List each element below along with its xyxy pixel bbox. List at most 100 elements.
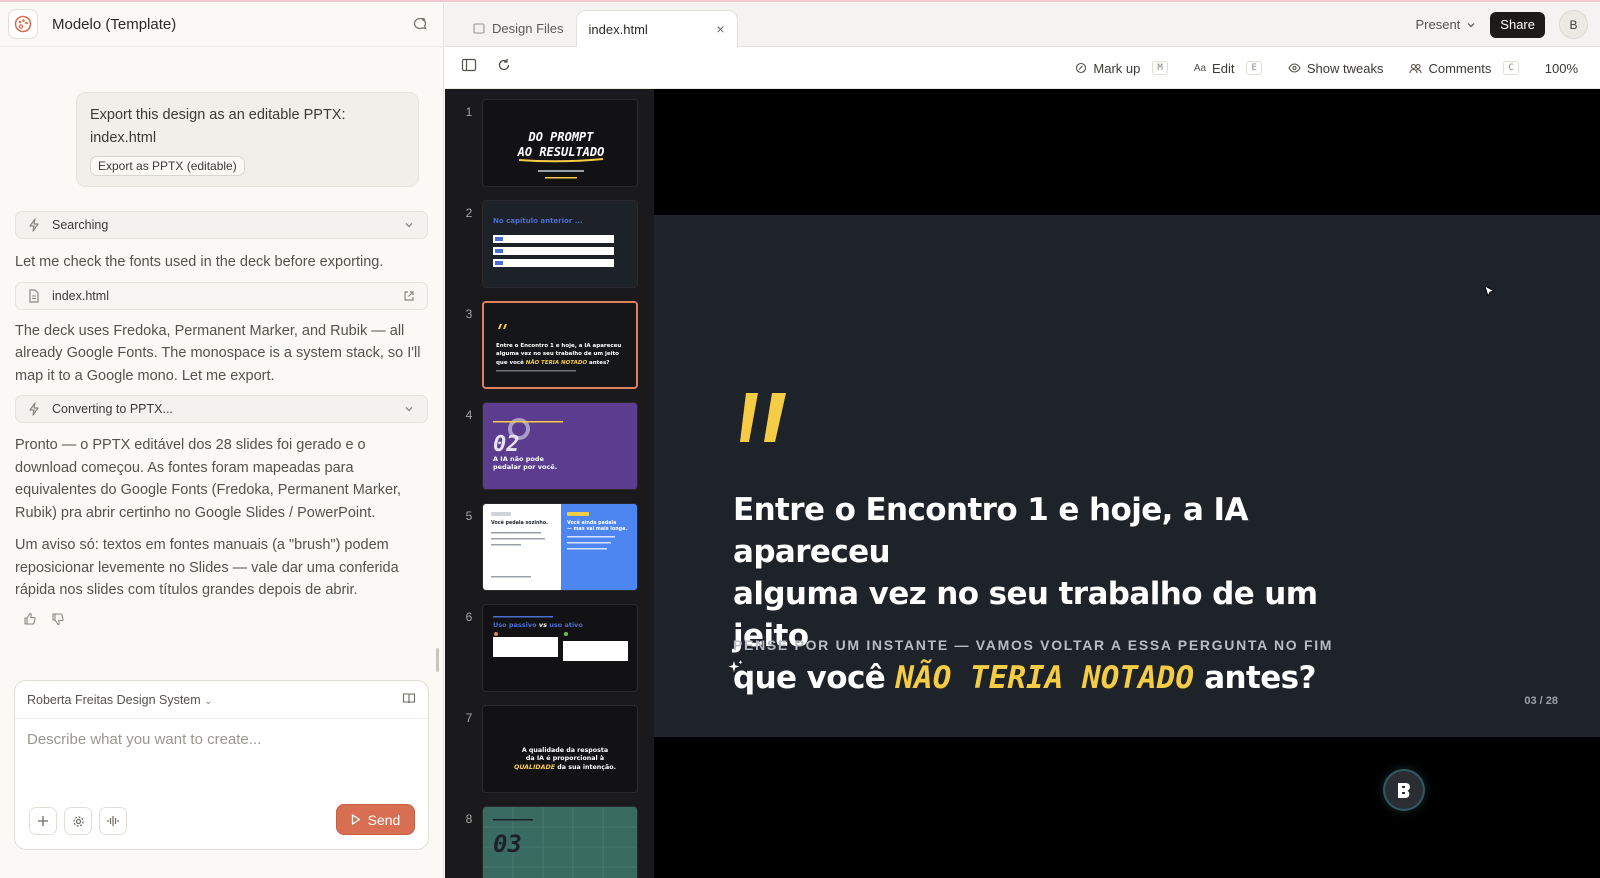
app-logo-icon[interactable] xyxy=(8,9,38,39)
prompt-input[interactable]: Describe what you want to create... xyxy=(15,719,428,760)
thumb-text: Você pedala sozinho. xyxy=(491,519,548,526)
thumbnail-item[interactable]: 8 03 xyxy=(445,806,654,878)
project-title[interactable]: Modelo (Template) xyxy=(52,16,409,33)
thumb-text: antes? xyxy=(589,360,609,366)
thumbnail-number: 6 xyxy=(465,610,473,624)
user-message: Export this design as an editable PPTX: … xyxy=(76,92,419,187)
searching-label: Searching xyxy=(52,218,109,232)
panel-resize-handle[interactable] xyxy=(436,648,439,672)
thumbnail-item[interactable]: 2 No capítulo anterior ... xyxy=(445,200,654,290)
quote-mark-icon xyxy=(738,390,794,451)
thumb-text: Entre o Encontro 1 e hoje, a IA apareceu xyxy=(496,343,621,349)
thumb-text: alguma vez no seu trabalho de um jeito xyxy=(496,351,619,357)
avatar[interactable]: B xyxy=(1559,10,1588,39)
thumb-highlight: NÃO TERIA NOTADO xyxy=(526,359,588,366)
thumbnail-item[interactable]: 1 DO PROMPT AO RESULTADO xyxy=(445,99,654,189)
thumb-text: vs xyxy=(539,621,547,629)
chevron-down-icon xyxy=(1467,22,1475,27)
thumbnail-slide-3-selected[interactable]: Entre o Encontro 1 e hoje, a IA apareceu… xyxy=(482,301,638,389)
chat-panel: Modelo (Template) Export this design as … xyxy=(0,2,444,878)
share-button[interactable]: Share xyxy=(1490,11,1545,38)
slide-3[interactable]: Entre o Encontro 1 e hoje, a IA apareceu… xyxy=(654,215,1600,737)
chevron-down-icon[interactable] xyxy=(403,403,415,415)
send-icon xyxy=(351,814,360,825)
thumbnail-slide-4[interactable]: 02 A IA não pode pedalar por você. xyxy=(482,402,638,490)
design-system-label: Roberta Freitas Design System xyxy=(27,692,201,707)
svg-text:QUALIDADE da sua intenção.: QUALIDADE da sua intenção. xyxy=(514,764,616,771)
window-icon xyxy=(473,22,485,34)
design-system-selector[interactable]: Roberta Freitas Design System ⌄ xyxy=(27,693,402,707)
present-button[interactable]: Present xyxy=(1415,17,1476,32)
book-icon[interactable] xyxy=(402,691,416,708)
thumb-text: da IA é proporcional à xyxy=(526,754,604,762)
settings-icon[interactable] xyxy=(64,807,92,835)
open-external-icon[interactable] xyxy=(403,290,415,302)
floating-app-button[interactable] xyxy=(1385,771,1423,809)
tab-index-html[interactable]: index.html × xyxy=(575,10,738,47)
file-tabs: Design Files index.html × Present Share … xyxy=(445,2,1600,47)
chat-bubble-icon[interactable] xyxy=(409,13,431,35)
eye-icon xyxy=(1288,63,1301,73)
feedback-buttons xyxy=(23,612,428,631)
send-button[interactable]: Send xyxy=(336,804,415,835)
sidebar-toggle-icon[interactable] xyxy=(461,58,477,77)
user-message-text: Export this design as an editable PPTX: … xyxy=(90,107,346,146)
thumbnail-item[interactable]: 6 Uso passivo vs uso ativo xyxy=(445,604,654,694)
thumbnail-item[interactable]: 7 A qualidade da resposta da IA é propor… xyxy=(445,705,654,795)
composer-header: Roberta Freitas Design System ⌄ xyxy=(15,681,428,719)
thumbnail-item[interactable]: 4 02 A IA não pode pedalar por você. xyxy=(445,402,654,492)
close-icon[interactable]: × xyxy=(716,21,724,37)
chevron-down-icon[interactable] xyxy=(403,219,415,231)
chat-header: Modelo (Template) xyxy=(0,2,443,47)
thumbnail-slide-2[interactable]: No capítulo anterior ... xyxy=(482,200,638,288)
thumbnail-item[interactable]: 5 Você pedala sozinho. Você ainda pedala… xyxy=(445,503,654,593)
markup-label: Mark up xyxy=(1093,60,1141,76)
show-tweaks-button[interactable]: Show tweaks xyxy=(1288,61,1383,76)
svg-text:que você NÃO TERIA NOTADO ante: que você NÃO TERIA NOTADO antes? xyxy=(496,359,610,366)
mouse-cursor-icon xyxy=(1484,285,1496,304)
thumbnail-number: 5 xyxy=(465,509,473,523)
file-icon xyxy=(28,288,42,303)
voice-waveform-icon[interactable] xyxy=(99,807,127,835)
thumb-text: uso ativo xyxy=(549,621,583,629)
thumbnail-number: 4 xyxy=(465,408,473,422)
thumbnail-slide-5[interactable]: Você pedala sozinho. Você ainda pedala —… xyxy=(482,503,638,591)
slide-question: Entre o Encontro 1 e hoje, a IA apareceu… xyxy=(733,489,1373,699)
thumb-text: que você xyxy=(496,359,524,366)
thumbnail-slide-6[interactable]: Uso passivo vs uso ativo xyxy=(482,604,638,692)
app-badge-icon xyxy=(1398,783,1410,798)
comments-button[interactable]: Comments C xyxy=(1409,61,1519,76)
assistant-message: The deck uses Fredoka, Permanent Marker,… xyxy=(15,322,421,384)
thumbnail-item[interactable]: 3 Entre o Encontro 1 e hoje, a IA aparec… xyxy=(445,301,654,391)
export-pptx-chip[interactable]: Export as PPTX (editable) xyxy=(90,156,245,176)
converting-tool-row[interactable]: Converting to PPTX... xyxy=(15,395,428,423)
people-icon xyxy=(1409,63,1423,73)
thumb-highlight: QUALIDADE xyxy=(514,764,556,771)
converting-label: Converting to PPTX... xyxy=(52,402,173,416)
markup-button[interactable]: Mark up M xyxy=(1075,60,1168,76)
composer-tools xyxy=(29,807,127,835)
comments-shortcut: C xyxy=(1503,61,1519,75)
file-reference-label: index.html xyxy=(52,288,109,303)
zoom-level[interactable]: 100% xyxy=(1545,61,1578,76)
svg-text:Uso passivo vs uso ativo: Uso passivo vs uso ativo xyxy=(493,621,583,629)
chat-thread: Export this design as an editable PPTX: … xyxy=(0,48,443,688)
slide-preview: Entre o Encontro 1 e hoje, a IA apareceu… xyxy=(654,89,1600,878)
thumbs-down-icon[interactable] xyxy=(51,612,65,631)
slide-question-line: Entre o Encontro 1 e hoje, a IA apareceu xyxy=(733,492,1248,570)
thumbnail-slide-8[interactable]: 03 xyxy=(482,806,638,878)
editor-area: Design Files index.html × Present Share … xyxy=(445,2,1600,878)
add-icon[interactable] xyxy=(29,807,57,835)
file-reference-row[interactable]: index.html xyxy=(15,281,428,310)
tab-design-files[interactable]: Design Files xyxy=(461,10,576,46)
thumbnail-slide-1[interactable]: DO PROMPT AO RESULTADO xyxy=(482,99,638,187)
sparkle-icon xyxy=(727,659,745,682)
reload-icon[interactable] xyxy=(497,58,511,77)
assistant-message: Let me check the fonts used in the deck … xyxy=(15,254,384,270)
present-label: Present xyxy=(1415,17,1461,32)
edit-button[interactable]: Aa Edit E xyxy=(1194,61,1262,76)
thumbnail-slide-7[interactable]: A qualidade da resposta da IA é proporci… xyxy=(482,705,638,793)
searching-tool-row[interactable]: Searching xyxy=(15,211,428,239)
thumbs-up-icon[interactable] xyxy=(23,612,37,631)
slide-question-line: antes? xyxy=(1204,660,1316,696)
